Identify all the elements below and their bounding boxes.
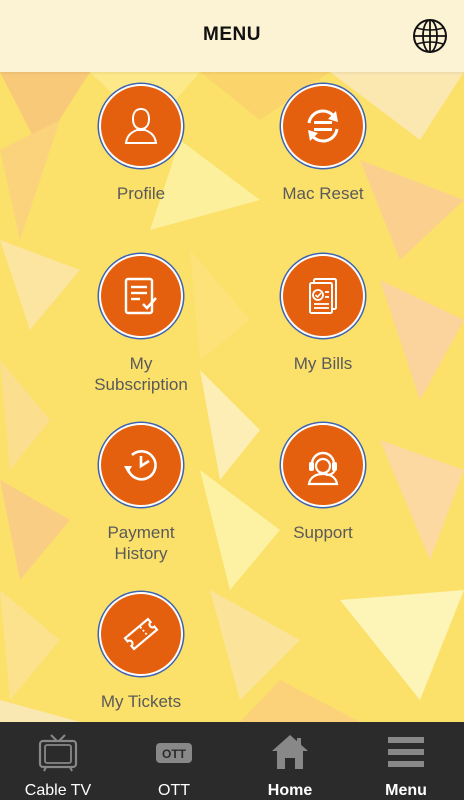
bottom-navigation: Cable TV OTT OTT Home Menu xyxy=(0,722,464,800)
hamburger-menu-icon xyxy=(388,737,424,767)
nav-label-home: Home xyxy=(267,782,313,799)
menu-item-support[interactable]: Support xyxy=(238,423,408,543)
ott-badge-text: OTT xyxy=(162,747,187,761)
history-clock-icon xyxy=(124,450,157,481)
page-title: MENU xyxy=(203,24,261,45)
menu-item-payment-history[interactable]: Payment History xyxy=(56,423,226,564)
support-circle[interactable] xyxy=(281,423,365,507)
ott-icon: OTT xyxy=(156,743,192,763)
bills-circle[interactable] xyxy=(281,254,365,338)
menu-item-profile[interactable]: Profile xyxy=(56,84,226,204)
menu-item-mac-reset[interactable]: Mac Reset xyxy=(238,84,408,204)
menu-item-my-bills[interactable]: My Bills xyxy=(238,254,408,374)
menu-item-my-tickets[interactable]: My Tickets xyxy=(56,592,226,712)
menu-item-my-subscription[interactable]: My Subscription xyxy=(56,254,226,395)
menu-label-profile: Profile xyxy=(116,184,166,203)
nav-label-cable-tv: Cable TV xyxy=(24,782,92,799)
profile-circle[interactable] xyxy=(99,84,183,168)
support-agent-icon xyxy=(307,451,339,486)
subscription-doc-icon xyxy=(124,277,157,315)
menu-label-my-tickets: My Tickets xyxy=(100,692,182,711)
menu-label-my-bills: My Bills xyxy=(293,354,353,373)
refresh-icon xyxy=(307,109,339,143)
ticket-icon xyxy=(123,617,159,651)
nav-label-ott: OTT xyxy=(158,782,190,799)
nav-item-ott[interactable]: OTT OTT xyxy=(116,722,232,800)
user-icon xyxy=(124,107,158,144)
tv-icon xyxy=(38,734,78,772)
nav-item-home[interactable]: Home xyxy=(232,722,348,800)
menu-label-mac-reset: Mac Reset xyxy=(282,184,364,203)
menu-label-support: Support xyxy=(293,523,353,542)
nav-item-menu[interactable]: Menu xyxy=(348,722,464,800)
payment-history-circle[interactable] xyxy=(99,423,183,507)
globe-icon[interactable] xyxy=(411,17,449,55)
home-icon xyxy=(272,735,308,769)
bills-icon xyxy=(309,278,337,314)
menu-label-payment-history: Payment History xyxy=(107,523,175,563)
nav-item-cable-tv[interactable]: Cable TV xyxy=(0,722,116,800)
tickets-circle[interactable] xyxy=(99,592,183,676)
subscription-circle[interactable] xyxy=(99,254,183,338)
app-header: MENU xyxy=(0,0,464,72)
mac-reset-circle[interactable] xyxy=(281,84,365,168)
menu-label-my-subscription: My Subscription xyxy=(94,354,188,394)
nav-label-menu: Menu xyxy=(385,782,427,799)
